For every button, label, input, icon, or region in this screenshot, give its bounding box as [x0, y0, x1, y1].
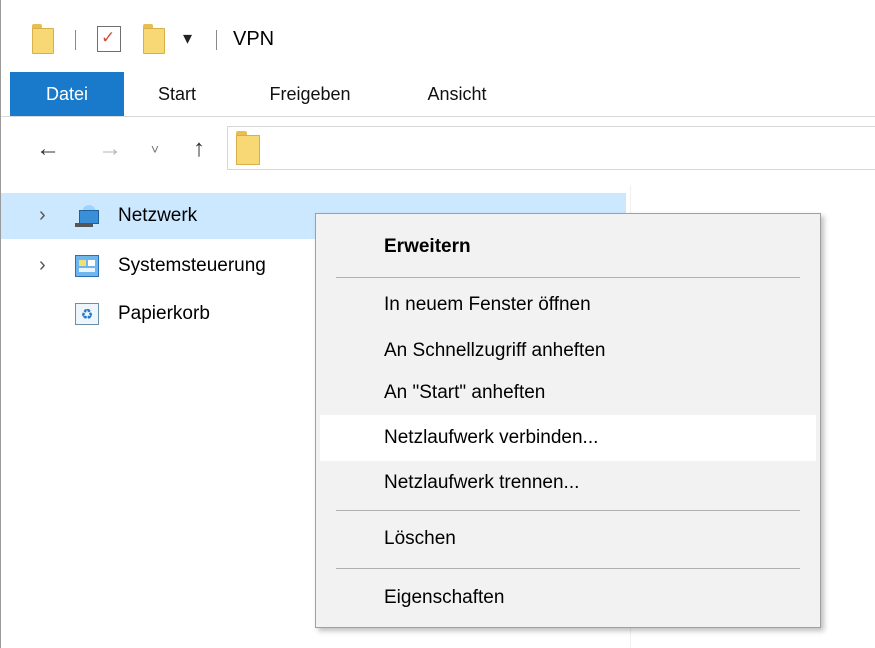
new-folder-icon[interactable] — [143, 24, 165, 54]
window-title: VPN — [233, 28, 275, 50]
title-bar: ✓ ▾ VPN — [1, 0, 875, 72]
menu-item-label: Erweitern — [384, 236, 471, 257]
menu-item-label: An Schnellzugriff anheften — [384, 340, 606, 361]
recent-locations-chevron-icon[interactable]: ˅ — [146, 129, 164, 169]
menu-item-label: Netzlaufwerk verbinden... — [384, 427, 599, 448]
expand-chevron-icon[interactable]: › — [39, 253, 46, 277]
customize-quick-access-icon[interactable]: ▾ — [183, 28, 192, 48]
toolbar-separator — [75, 30, 76, 50]
tab-ansicht[interactable]: Ansicht — [414, 72, 500, 116]
tab-datei[interactable]: Datei — [10, 72, 124, 116]
menu-item-disconnect-network-drive[interactable]: Netzlaufwerk trennen... — [320, 460, 816, 506]
forward-arrow-icon[interactable]: → — [95, 129, 125, 169]
address-bar[interactable] — [227, 126, 875, 170]
menu-item-properties[interactable]: Eigenschaften — [320, 575, 816, 621]
menu-item-label: In neuem Fenster öffnen — [384, 294, 591, 315]
folder-icon — [32, 24, 54, 54]
menu-separator — [336, 277, 800, 278]
recycle-bin-icon: ♻ — [75, 303, 99, 325]
tree-item-label: Systemsteuerung — [118, 255, 266, 276]
menu-item-label: Netzlaufwerk trennen... — [384, 472, 580, 493]
tree-item-label: Papierkorb — [118, 303, 210, 324]
ribbon-tabs: Datei Start Freigeben Ansicht — [1, 72, 875, 117]
network-icon — [75, 205, 99, 227]
navigation-bar: ← → ˅ ↑ — [1, 117, 875, 185]
control-panel-icon — [75, 255, 99, 277]
menu-item-delete[interactable]: Löschen — [320, 516, 816, 562]
menu-item-label: An "Start" anheften — [384, 382, 546, 403]
tab-freigeben[interactable]: Freigeben — [254, 72, 366, 116]
menu-item-label: Eigenschaften — [384, 587, 505, 608]
tree-item-label: Netzwerk — [118, 205, 198, 226]
menu-item-open-new-window[interactable]: In neuem Fenster öffnen — [320, 282, 816, 328]
context-menu: Erweitern In neuem Fenster öffnen An Sch… — [315, 213, 821, 628]
menu-item-label: Löschen — [384, 528, 456, 549]
toolbar-separator — [216, 30, 217, 50]
properties-icon[interactable]: ✓ — [97, 26, 121, 52]
menu-item-map-network-drive[interactable]: Netzlaufwerk verbinden... — [320, 415, 816, 461]
expand-chevron-icon[interactable]: › — [39, 203, 46, 227]
back-arrow-icon[interactable]: ← — [33, 129, 63, 169]
menu-item-pin-start[interactable]: An "Start" anheften — [320, 370, 816, 416]
menu-item-erweitern[interactable]: Erweitern — [320, 224, 816, 270]
up-arrow-icon[interactable]: ↑ — [184, 129, 214, 169]
menu-item-pin-quick-access[interactable]: An Schnellzugriff anheften — [320, 328, 816, 374]
tab-start[interactable]: Start — [149, 72, 205, 116]
menu-separator — [336, 568, 800, 569]
folder-icon — [236, 131, 260, 165]
menu-separator — [336, 510, 800, 511]
